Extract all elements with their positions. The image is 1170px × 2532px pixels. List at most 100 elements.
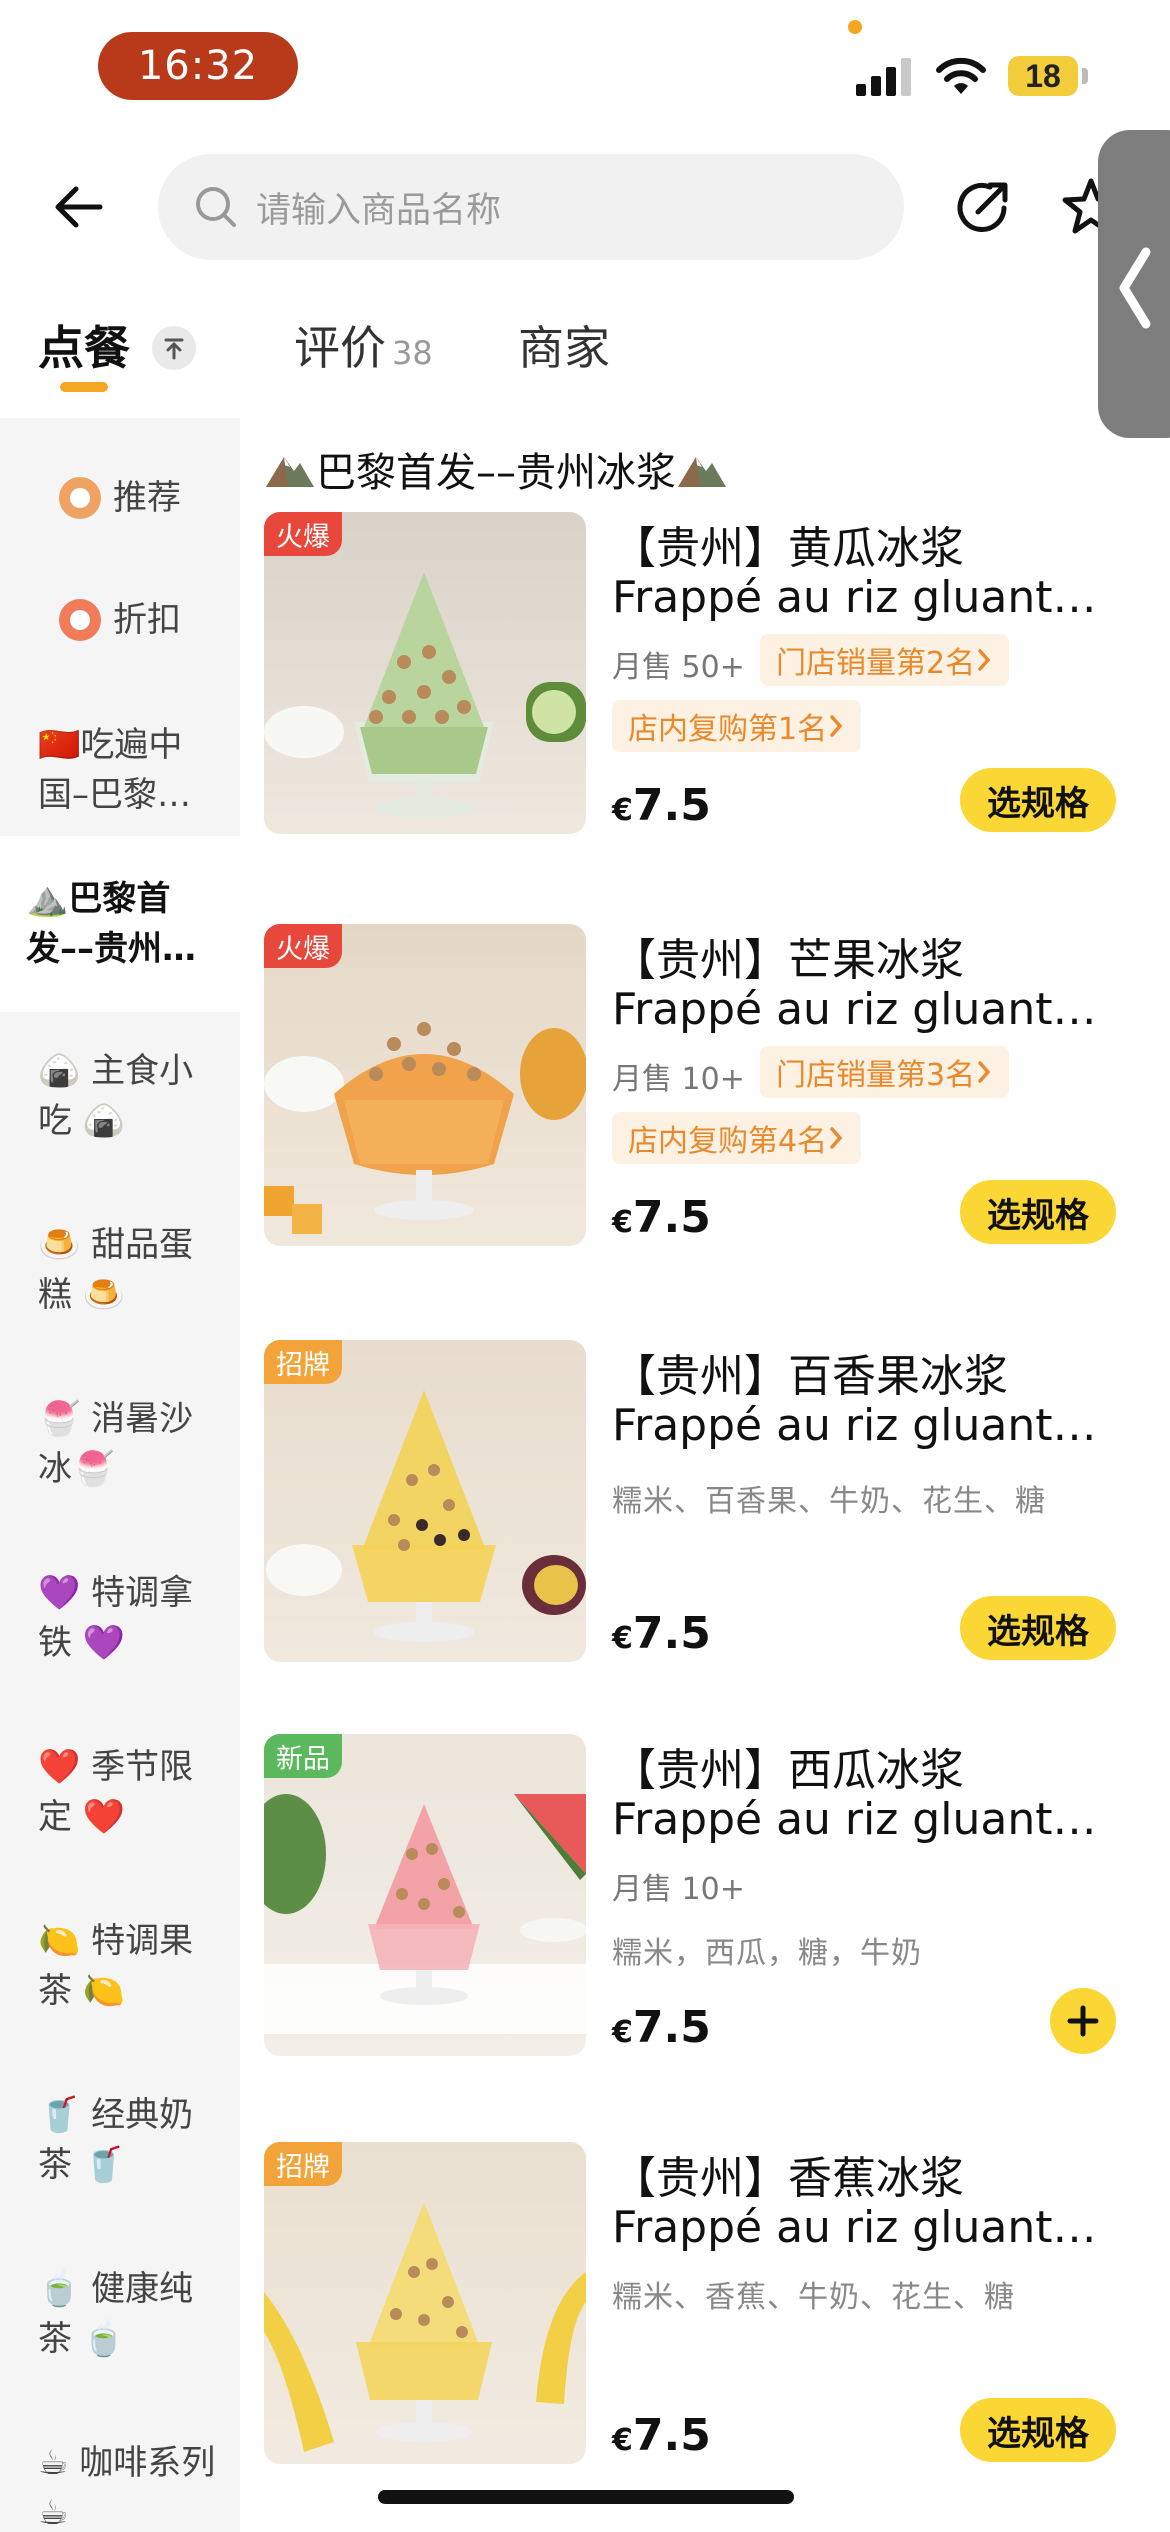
repurchase-rank-tag[interactable]: 店内复购第4名 <box>612 1112 862 1164</box>
chevron-right-icon <box>830 715 843 737</box>
product-price: €7.5 <box>612 1192 711 1243</box>
tab-order-label: 点餐 <box>38 321 130 375</box>
product-price: €7.5 <box>612 780 711 831</box>
battery-tip <box>1082 68 1088 84</box>
product-image <box>264 2142 586 2464</box>
product-price: €7.5 <box>612 2002 711 2053</box>
plus-icon <box>1067 2005 1099 2037</box>
price-value: 7.5 <box>632 2410 711 2461</box>
currency-symbol: € <box>612 2015 633 2050</box>
sidebar-item-staple[interactable]: 🍙 主食小吃 🍙 <box>0 1046 240 1166</box>
pin-top-icon <box>152 325 197 370</box>
category-sidebar: 推荐 折扣 🇨🇳吃遍中国–巴黎… ⛰️巴黎首发––贵州… 🍙 主食小吃 🍙 🍮 … <box>0 418 240 2532</box>
product-ingredients: 糯米，西瓜，糖，牛奶 <box>612 1936 922 1971</box>
add-to-cart-button[interactable] <box>1050 1988 1116 2054</box>
sidebar-item-china[interactable]: 🇨🇳吃遍中国–巴黎… <box>0 698 240 838</box>
choose-spec-button[interactable]: 选规格 <box>960 2398 1116 2462</box>
product-name: 【贵州】西瓜冰浆 <box>612 1745 964 1796</box>
sidebar-item-label: ⛰️巴黎首发––贵州… <box>26 879 196 969</box>
sidebar-item-label: 折扣 <box>113 600 181 640</box>
cellular-signal-icon <box>856 58 911 96</box>
sidebar-item-smoothie[interactable]: 🍧 消暑沙冰🍧 <box>0 1394 240 1514</box>
sidebar-item-label: 🍙 主食小吃 🍙 <box>38 1051 194 1141</box>
currency-symbol: € <box>612 793 633 828</box>
product-subtitle: Frappé au riz gluant… <box>612 572 1097 623</box>
sidebar-item-label: 🍵 健康纯茶 🍵 <box>38 2269 194 2359</box>
active-tab-indicator <box>60 382 108 392</box>
sidebar-item-label: 🍮 甜品蛋糕 🍮 <box>38 1225 194 1315</box>
product-image <box>264 512 586 834</box>
share-icon[interactable] <box>952 176 1014 238</box>
product-name: 【贵州】百香果冰浆 <box>612 1351 1008 1402</box>
sidebar-item-fruit-tea[interactable]: 🍋 特调果茶 🍋 <box>0 1916 240 2036</box>
product-monthly-sales: 月售 50+ <box>612 650 745 685</box>
product-card[interactable]: 火爆 【贵州】芒果冰浆 Frappé au riz gluant… 月售 10+… <box>264 924 1144 1246</box>
chevron-right-icon <box>830 1127 843 1149</box>
repurchase-rank-label: 店内复购第4名 <box>628 1124 828 1159</box>
sidebar-item-label: 推荐 <box>113 478 181 518</box>
product-badge: 新品 <box>264 1734 342 1778</box>
sidebar-item-discount[interactable]: 折扣 <box>0 570 240 670</box>
tab-order[interactable]: 点餐 <box>38 312 197 378</box>
product-price: €7.5 <box>612 1608 711 1659</box>
choose-spec-button[interactable]: 选规格 <box>960 1596 1116 1660</box>
product-card[interactable]: 招牌 【贵州】百香果冰浆 Frappé au riz gluant… 糯米、百香… <box>264 1340 1144 1662</box>
product-badge: 火爆 <box>264 924 342 968</box>
sidebar-item-label: 🍧 消暑沙冰🍧 <box>38 1399 194 1489</box>
product-card[interactable]: 招牌 【贵州】香蕉冰浆 Frappé au riz gluant… 糯米、香蕉、… <box>264 2142 1144 2464</box>
arrow-left-icon <box>55 186 103 228</box>
sidebar-item-guizhou[interactable]: ⛰️巴黎首发––贵州… <box>0 836 240 1012</box>
section-title: 巴黎首发––贵州冰浆 <box>264 440 728 498</box>
product-image <box>264 1734 586 2056</box>
price-value: 7.5 <box>632 1608 711 1659</box>
sales-rank-tag[interactable]: 门店销量第3名 <box>760 1046 1010 1098</box>
product-image <box>264 924 586 1246</box>
discount-tag-icon <box>59 599 101 641</box>
product-subtitle: Frappé au riz gluant… <box>612 984 1097 1035</box>
chevron-right-icon <box>978 1061 991 1083</box>
product-ingredients: 糯米、百香果、牛奶、花生、糖 <box>612 1484 1046 1519</box>
currency-symbol: € <box>612 1205 633 1240</box>
sidebar-item-latte[interactable]: 💜 特调拿铁 💜 <box>0 1568 240 1688</box>
tab-reviews[interactable]: 评价 38 <box>294 312 433 378</box>
product-price: €7.5 <box>612 2410 711 2461</box>
sidebar-item-coffee[interactable]: ☕ 咖啡系列 ☕ <box>0 2438 240 2532</box>
chevron-left-icon <box>1119 247 1151 329</box>
product-monthly-sales: 月售 10+ <box>612 1872 745 1907</box>
sales-rank-tag[interactable]: 门店销量第2名 <box>760 634 1010 686</box>
thumbs-up-icon <box>59 477 101 519</box>
product-subtitle: Frappé au riz gluant… <box>612 1794 1097 1845</box>
price-value: 7.5 <box>632 2002 711 2053</box>
tab-merchant[interactable]: 商家 <box>518 312 610 378</box>
repurchase-rank-tag[interactable]: 店内复购第1名 <box>612 700 862 752</box>
sidebar-item-seasonal[interactable]: ❤️ 季节限定 ❤️ <box>0 1742 240 1862</box>
product-ingredients: 糯米、香蕉、牛奶、花生、糖 <box>612 2280 1015 2315</box>
choose-spec-button[interactable]: 选规格 <box>960 768 1116 832</box>
currency-symbol: € <box>612 1621 633 1656</box>
sidebar-item-label: 🇨🇳吃遍中国–巴黎… <box>38 725 191 815</box>
search-input[interactable]: 请输入商品名称 <box>158 154 904 260</box>
product-card[interactable]: 火爆 【贵州】黄瓜冰浆 Frappé au riz gluant… 月售 50+… <box>264 512 1144 834</box>
sidebar-item-label: 💜 特调拿铁 💜 <box>38 1573 194 1663</box>
tab-reviews-label: 评价 <box>294 321 386 375</box>
home-indicator[interactable] <box>378 2490 794 2504</box>
product-badge: 火爆 <box>264 512 342 556</box>
sidebar-item-label: ❤️ 季节限定 ❤️ <box>38 1747 194 1837</box>
status-bar: 16:32 18 <box>0 0 1170 130</box>
back-button[interactable] <box>44 172 114 242</box>
product-subtitle: Frappé au riz gluant… <box>612 2202 1097 2253</box>
reviews-count: 38 <box>392 334 433 372</box>
search-icon <box>196 187 236 227</box>
sidebar-item-recommend[interactable]: 推荐 <box>0 448 240 548</box>
section-title-text: 巴黎首发––贵州冰浆 <box>316 450 676 496</box>
product-card[interactable]: 新品 【贵州】西瓜冰浆 Frappé au riz gluant… 月售 10+… <box>264 1734 1144 2056</box>
mountain-icon <box>266 457 314 487</box>
sidebar-item-dessert[interactable]: 🍮 甜品蛋糕 🍮 <box>0 1220 240 1340</box>
repurchase-rank-label: 店内复购第1名 <box>628 712 828 747</box>
sidebar-item-pure-tea[interactable]: 🍵 健康纯茶 🍵 <box>0 2264 240 2384</box>
privacy-indicator-dot <box>848 20 862 34</box>
search-placeholder: 请输入商品名称 <box>256 190 502 231</box>
choose-spec-button[interactable]: 选规格 <box>960 1180 1116 1244</box>
side-panel-handle[interactable] <box>1098 130 1170 438</box>
sidebar-item-milk-tea[interactable]: 🥤 经典奶茶 🥤 <box>0 2090 240 2210</box>
